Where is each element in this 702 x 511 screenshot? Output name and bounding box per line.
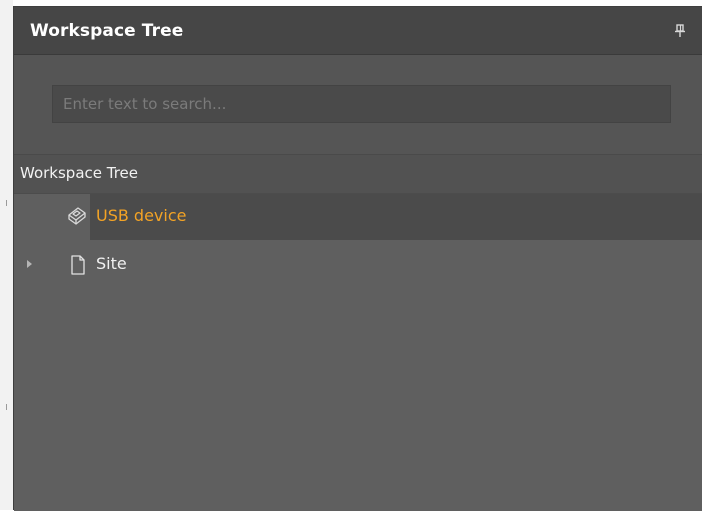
dock-strip-marker xyxy=(6,404,7,410)
tree-item-site[interactable]: Site xyxy=(14,242,702,288)
tree-item-label: USB device xyxy=(96,206,187,225)
tree-column-header: Workspace Tree xyxy=(14,155,702,194)
app-window: Workspace Tree Workspace Tree xyxy=(0,0,702,511)
pin-icon-graphic xyxy=(675,24,685,37)
panel-title: Workspace Tree xyxy=(30,21,184,41)
tree-item-usb-device[interactable]: USB device xyxy=(14,194,702,240)
tree-view: USB device Site xyxy=(14,194,702,511)
left-dock-strip xyxy=(0,0,13,510)
usb-device-icon xyxy=(64,205,88,229)
search-area xyxy=(14,55,702,155)
usb-device-icon-graphic xyxy=(68,207,86,225)
search-input[interactable] xyxy=(52,85,671,123)
expand-arrow-icon[interactable] xyxy=(27,260,32,268)
workspace-tree-panel: Workspace Tree Workspace Tree xyxy=(13,6,702,511)
document-icon xyxy=(66,253,90,277)
panel-header: Workspace Tree xyxy=(14,7,702,55)
document-icon-graphic xyxy=(71,255,85,275)
tree-item-label: Site xyxy=(96,254,127,273)
dock-strip-marker xyxy=(6,200,7,206)
pin-icon[interactable] xyxy=(674,23,686,37)
tree-header-label: Workspace Tree xyxy=(20,164,139,182)
